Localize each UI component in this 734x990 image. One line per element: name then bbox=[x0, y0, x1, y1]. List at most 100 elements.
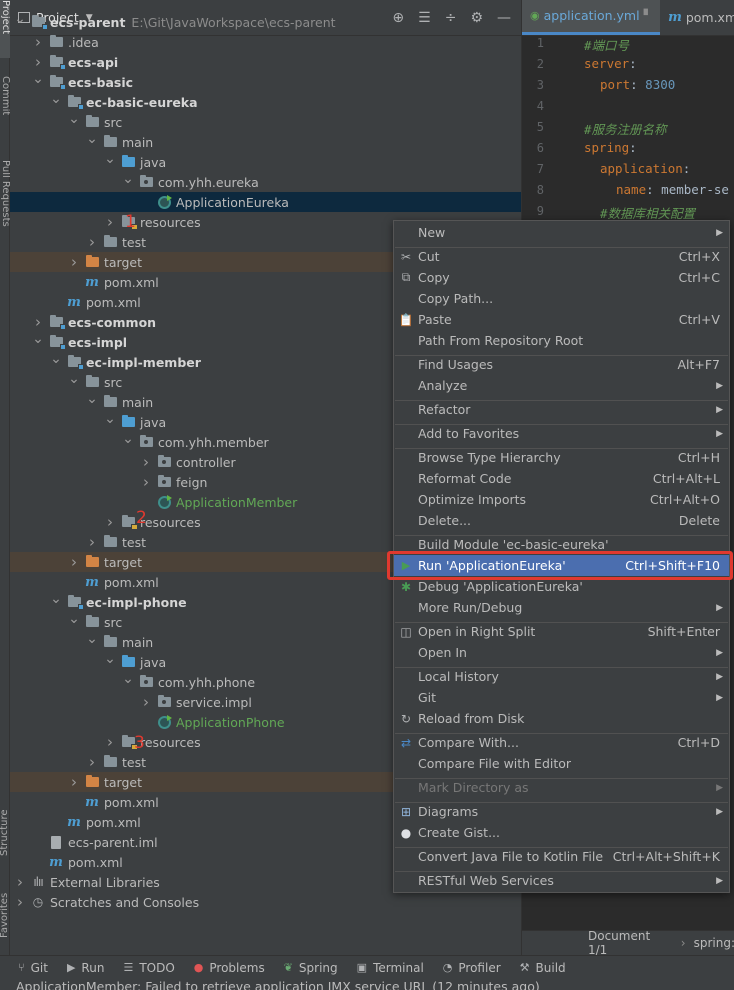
chevron-right-icon[interactable]: › bbox=[86, 533, 98, 551]
menu-item-reload-from-disk[interactable]: ↻ Reload from Disk bbox=[394, 708, 729, 729]
menu-item-find-usages[interactable]: Find Usages Alt+F7 bbox=[394, 354, 729, 375]
chevron-down-icon[interactable]: ⌄ bbox=[14, 11, 26, 27]
chevron-right-icon[interactable]: › bbox=[140, 453, 152, 471]
chevron-right-icon[interactable]: › bbox=[68, 773, 80, 791]
menu-item-open-in-right-split[interactable]: ◫ Open in Right Split Shift+Enter bbox=[394, 621, 729, 642]
tree-node[interactable]: › ◷ Scratches and Consoles bbox=[10, 892, 521, 912]
chevron-right-icon[interactable]: › bbox=[68, 253, 80, 271]
menu-item-compare-file-with-editor[interactable]: Compare File with Editor bbox=[394, 753, 729, 774]
menu-item-compare-with[interactable]: ⇄ Compare With... Ctrl+D bbox=[394, 732, 729, 753]
menu-item-paste[interactable]: 📋 Paste Ctrl+V bbox=[394, 309, 729, 330]
chevron-down-icon[interactable]: ⌄ bbox=[50, 351, 62, 367]
terminal-tool-button[interactable]: ▣ Terminal bbox=[357, 961, 424, 975]
tree-node[interactable]: ⌄ java bbox=[10, 151, 521, 172]
chevron-down-icon[interactable]: ⌄ bbox=[50, 591, 62, 607]
menu-item-path-from-repository-root[interactable]: Path From Repository Root bbox=[394, 330, 729, 351]
menu-item-optimize-imports[interactable]: Optimize Imports Ctrl+Alt+O bbox=[394, 489, 729, 510]
status-message[interactable]: ApplicationMember: Failed to retrieve ap… bbox=[16, 979, 540, 990]
chevron-right-icon[interactable]: › bbox=[104, 513, 116, 531]
chevron-right-icon[interactable]: › bbox=[14, 873, 26, 891]
menu-item-shortcut: Ctrl+D bbox=[677, 735, 720, 750]
menu-item-add-to-favorites[interactable]: Add to Favorites ▶ bbox=[394, 423, 729, 444]
chevron-right-icon[interactable]: › bbox=[32, 33, 44, 51]
chevron-right-icon[interactable]: › bbox=[86, 233, 98, 251]
chevron-down-icon[interactable]: ⌄ bbox=[68, 111, 80, 127]
problems-tool-button[interactable]: ● Problems bbox=[194, 961, 265, 975]
menu-item-cut[interactable]: ✂ Cut Ctrl+X bbox=[394, 246, 729, 267]
tab-pom-xml[interactable]: m pom.xm bbox=[660, 0, 734, 35]
chevron-right-icon[interactable]: › bbox=[32, 53, 44, 71]
chevron-right-icon[interactable]: › bbox=[140, 473, 152, 491]
chevron-down-icon[interactable]: ⌄ bbox=[86, 631, 98, 647]
code-line: name: member-se bbox=[616, 182, 729, 197]
chevron-right-icon[interactable]: › bbox=[68, 553, 80, 571]
chevron-down-icon[interactable]: ⌄ bbox=[104, 651, 116, 667]
chevron-down-icon[interactable]: ⌄ bbox=[122, 171, 134, 187]
chevron-down-icon[interactable]: ⌄ bbox=[104, 411, 116, 427]
breadcrumb-document[interactable]: Document 1/1 bbox=[588, 929, 673, 957]
tree-node[interactable]: ⌄ src bbox=[10, 111, 521, 132]
profiler-tool-button[interactable]: ◔ Profiler bbox=[443, 961, 501, 975]
chevron-down-icon[interactable]: ⌄ bbox=[32, 71, 44, 87]
todo-tool-button[interactable]: ☰ TODO bbox=[123, 961, 174, 975]
tree-node[interactable]: ⌄ ecs-parent E:\Git\JavaWorkspace\ecs-pare… bbox=[10, 11, 521, 32]
tree-node[interactable]: ApplicationEureka bbox=[10, 192, 521, 212]
menu-item-refactor[interactable]: Refactor ▶ bbox=[394, 399, 729, 420]
menu-item-delete[interactable]: Delete... Delete bbox=[394, 510, 729, 531]
chevron-right-icon[interactable]: › bbox=[140, 693, 152, 711]
tree-node[interactable]: › .idea bbox=[10, 32, 521, 52]
java-class-icon bbox=[156, 194, 172, 209]
chevron-right-icon[interactable]: › bbox=[86, 753, 98, 771]
pin-icon[interactable]: ▘ bbox=[644, 9, 652, 22]
spring-tool-button[interactable]: ❦ Spring bbox=[284, 961, 338, 975]
menu-item-copy[interactable]: ⧉ Copy Ctrl+C bbox=[394, 267, 729, 288]
menu-item-more-run-debug[interactable]: More Run/Debug ▶ bbox=[394, 597, 729, 618]
chevron-right-icon[interactable]: › bbox=[104, 213, 116, 231]
tool-label: Terminal bbox=[373, 960, 424, 975]
tree-node[interactable]: ⌄ ec-basic-eureka bbox=[10, 91, 521, 112]
package-icon bbox=[156, 695, 172, 709]
menu-item-restful-web-services[interactable]: RESTful Web Services ▶ bbox=[394, 870, 729, 891]
menu-item-shortcut: Delete bbox=[678, 513, 720, 528]
breadcrumb-spring[interactable]: spring: bbox=[694, 936, 734, 950]
menu-item-convert-java-file-to-kotlin-file[interactable]: Convert Java File to Kotlin File Ctrl+Alt… bbox=[394, 846, 729, 867]
menu-item-reformat-code[interactable]: Reformat Code Ctrl+Alt+L bbox=[394, 468, 729, 489]
chevron-down-icon[interactable]: ⌄ bbox=[68, 371, 80, 387]
git-tool-button[interactable]: ⑂ Git bbox=[18, 961, 48, 975]
submenu-arrow-icon: ▶ bbox=[716, 647, 723, 658]
submenu-arrow-icon: ▶ bbox=[716, 428, 723, 439]
chevron-down-icon[interactable]: ⌄ bbox=[122, 431, 134, 447]
tree-node-label: pom.xml bbox=[86, 294, 141, 310]
chevron-down-icon[interactable]: ⌄ bbox=[122, 671, 134, 687]
menu-item-analyze[interactable]: Analyze ▶ bbox=[394, 375, 729, 396]
chevron-right-icon[interactable]: › bbox=[32, 313, 44, 331]
menu-item-new[interactable]: New ▶ bbox=[394, 222, 729, 243]
tree-node[interactable]: ⌄ main bbox=[10, 131, 521, 152]
tool-label: Spring bbox=[298, 960, 338, 975]
chevron-down-icon[interactable]: ⌄ bbox=[86, 131, 98, 147]
chevron-right-icon[interactable]: › bbox=[104, 733, 116, 751]
menu-item-copy-path[interactable]: Copy Path... bbox=[394, 288, 729, 309]
menu-item-diagrams[interactable]: ⊞ Diagrams ▶ bbox=[394, 801, 729, 822]
menu-item-open-in[interactable]: Open In ▶ bbox=[394, 642, 729, 663]
menu-item-browse-type-hierarchy[interactable]: Browse Type Hierarchy Ctrl+H bbox=[394, 447, 729, 468]
menu-item-git[interactable]: Git ▶ bbox=[394, 687, 729, 708]
menu-item-shortcut: Ctrl+Alt+O bbox=[650, 492, 720, 507]
chevron-down-icon[interactable]: ⌄ bbox=[86, 391, 98, 407]
maven-file-icon: m bbox=[668, 9, 682, 25]
chevron-down-icon[interactable]: ⌄ bbox=[104, 151, 116, 167]
chevron-down-icon[interactable]: ⌄ bbox=[68, 611, 80, 627]
libraries-icon: ılıı bbox=[33, 875, 43, 889]
tree-node[interactable]: › ecs-api bbox=[10, 52, 521, 72]
chevron-down-icon[interactable]: ⌄ bbox=[50, 91, 62, 107]
menu-item-local-history[interactable]: Local History ▶ bbox=[394, 666, 729, 687]
tab-application-yml[interactable]: ◉ application.yml ▘ bbox=[522, 0, 661, 35]
chevron-right-icon[interactable]: › bbox=[14, 893, 26, 911]
line-number: 5 bbox=[536, 120, 544, 134]
menu-item-create-gist[interactable]: ● Create Gist... bbox=[394, 822, 729, 843]
chevron-down-icon[interactable]: ⌄ bbox=[32, 331, 44, 347]
run-tool-button[interactable]: ▶ Run bbox=[67, 961, 104, 975]
build-tool-button[interactable]: ⚒ Build bbox=[520, 961, 566, 975]
tree-node[interactable]: ⌄ ecs-basic bbox=[10, 71, 521, 92]
tree-node[interactable]: ⌄ com.yhh.eureka bbox=[10, 171, 521, 192]
